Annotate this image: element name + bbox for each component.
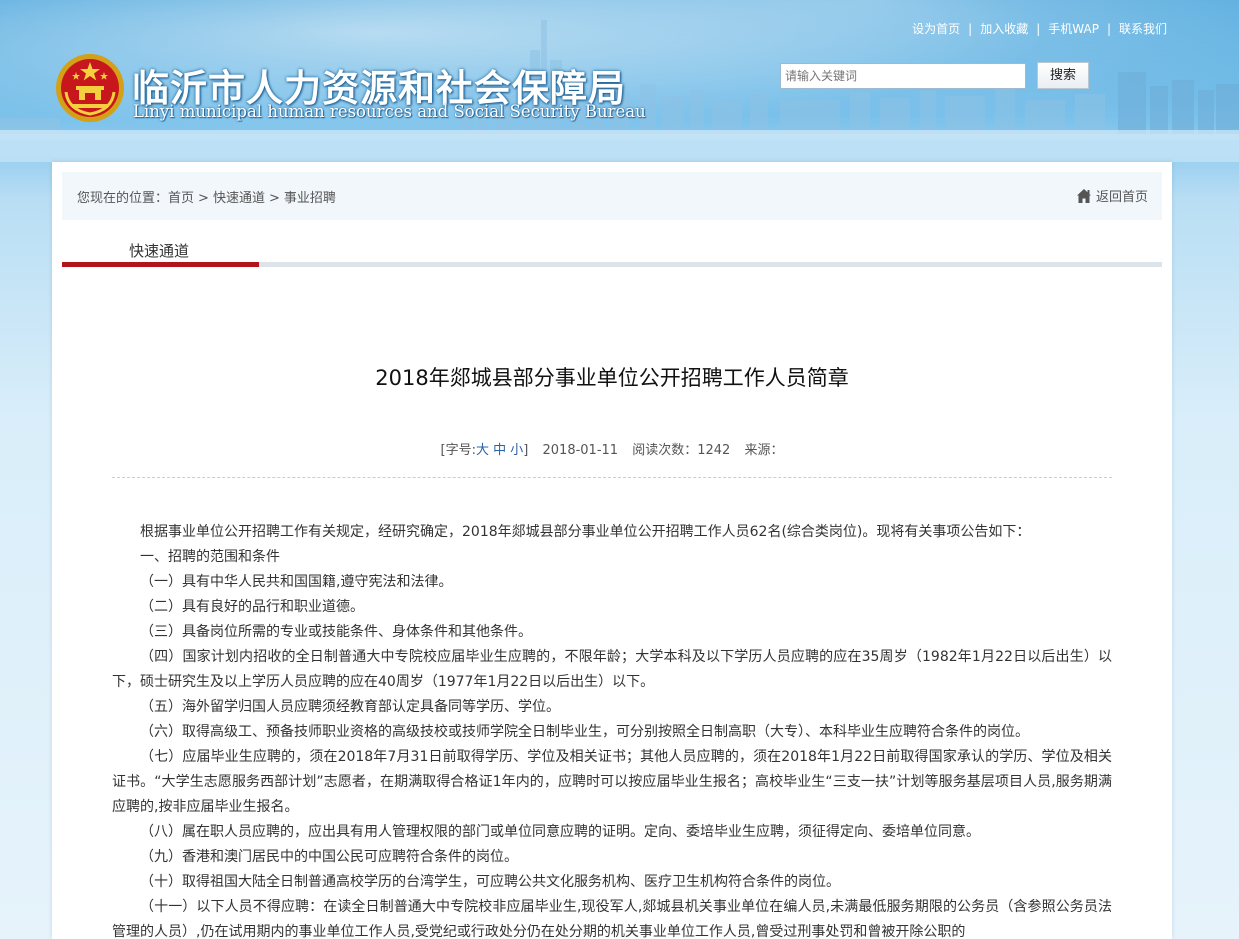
article-paragraph: 根据事业单位公开招聘工作有关规定，经研究确定，2018年郯城县部分事业单位公开招… <box>140 524 1031 540</box>
top-links: 设为首页 | 加入收藏 | 手机WAP | 联系我们 <box>912 22 1167 36</box>
article-paragraph: （七）应届毕业生应聘的，须在2018年7月31日前取得学历、学位及相关证书；其他… <box>112 749 1112 815</box>
article-paragraph: （十）取得祖国大陆全日制普通高校学历的台湾学生，可应聘公共文化服务机构、医疗卫生… <box>140 874 840 890</box>
article-paragraph: （二）具有良好的品行和职业道德。 <box>140 599 364 615</box>
font-size-small-link[interactable]: 小 <box>510 443 523 458</box>
breadcrumb-prefix: 您现在的位置： <box>77 191 169 206</box>
article-paragraph: （六）取得高级工、预备技师职业资格的高级技校或技师学院全日制毕业生，可分别按照全… <box>140 724 1029 740</box>
article-title: 2018年郯城县部分事业单位公开招聘工作人员简章 <box>375 366 849 390</box>
return-home-link[interactable]: 返回首页 <box>1076 186 1148 205</box>
breadcrumb-separator: > <box>198 191 209 206</box>
article-meta: [字号:大 中 小] 2018-01-11 阅读次数：1242 来源： <box>52 439 1172 458</box>
article-paragraph: （十一）以下人员不得应聘：在读全日制普通大中专院校非应届毕业生,现役军人,郯城县… <box>112 899 1112 939</box>
font-size-large-link[interactable]: 大 <box>476 443 489 458</box>
breadcrumb-separator: > <box>268 191 280 206</box>
article-paragraph: （三）具备岗位所需的专业或技能条件、身体条件和其他条件。 <box>140 624 532 640</box>
breadcrumb-bar: 您现在的位置：首页 > 快速通道 > 事业招聘 返回首页 <box>62 172 1162 220</box>
meta-divider <box>112 477 1112 478</box>
tab-fast-channel[interactable]: 快速通道 <box>129 240 189 261</box>
section-tabs: 快速通道 <box>62 220 1162 268</box>
breadcrumb-item-fast-channel[interactable]: 快速通道 <box>213 191 265 206</box>
tab-active-indicator <box>62 262 259 267</box>
publish-date: 2018-01-11 <box>542 443 619 458</box>
read-count: 阅读次数：1242 <box>632 443 731 458</box>
national-emblem-icon <box>56 54 124 122</box>
search-input[interactable] <box>780 63 1026 89</box>
breadcrumb-item-recruitment[interactable]: 事业招聘 <box>284 191 336 206</box>
return-home-label: 返回首页 <box>1095 190 1148 205</box>
article-paragraph: （八）属在职人员应聘的，应出具有用人管理权限的部门或单位同意应聘的证明。定向、委… <box>140 824 980 840</box>
article-body: 根据事业单位公开招聘工作有关规定，经研究确定，2018年郯城县部分事业单位公开招… <box>112 520 1112 939</box>
article-paragraph: （九）香港和澳门居民中的中国公民可应聘符合条件的岗位。 <box>140 849 518 865</box>
font-size-close: ] <box>523 443 529 458</box>
breadcrumb: 您现在的位置：首页 > 快速通道 > 事业招聘 <box>77 187 336 206</box>
article-paragraph: （一）具有中华人民共和国国籍,遵守宪法和法律。 <box>140 574 453 590</box>
font-size-label: [字号: <box>440 443 476 458</box>
mobile-wap-link[interactable]: 手机WAP <box>1048 22 1099 36</box>
header-water <box>0 130 1239 162</box>
set-homepage-link[interactable]: 设为首页 <box>912 22 960 36</box>
home-icon <box>1076 188 1091 203</box>
article-paragraph: （五）海外留学归国人员应聘须经教育部认定具备同等学历、学位。 <box>140 699 560 715</box>
site-header: 临沂市人力资源和社会保障局 Linyi municipal human reso… <box>0 0 1239 162</box>
add-favorite-link[interactable]: 加入收藏 <box>980 22 1028 36</box>
article-paragraph: （四）国家计划内招收的全日制普通大中专院校应届毕业生应聘的，不限年龄；大学本科及… <box>112 649 1112 690</box>
article-source: 来源： <box>744 443 784 458</box>
search-button[interactable]: 搜索 <box>1037 62 1089 89</box>
article-paragraph: 一、招聘的范围和条件 <box>140 549 280 565</box>
site-subtitle: Linyi municipal human resources and Soci… <box>133 102 646 121</box>
font-size-medium-link[interactable]: 中 <box>493 443 506 458</box>
contact-us-link[interactable]: 联系我们 <box>1119 22 1167 36</box>
breadcrumb-item-home[interactable]: 首页 <box>168 191 194 206</box>
content-panel: 您现在的位置：首页 > 快速通道 > 事业招聘 返回首页 快速通道 2018年郯城县部分… <box>52 162 1172 939</box>
